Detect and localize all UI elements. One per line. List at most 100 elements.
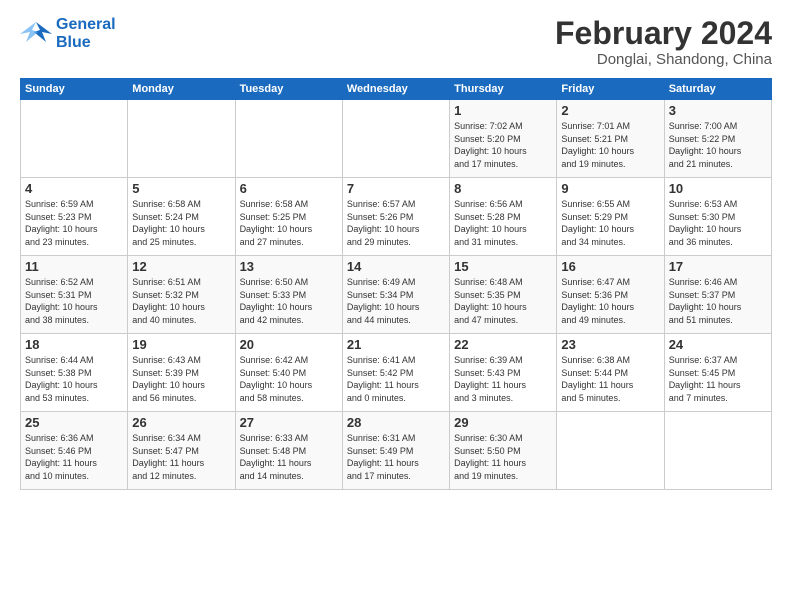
day-number: 17	[669, 259, 767, 274]
day-number: 18	[25, 337, 123, 352]
cell-3-1: 11Sunrise: 6:52 AM Sunset: 5:31 PM Dayli…	[21, 256, 128, 334]
day-info: Sunrise: 6:33 AM Sunset: 5:48 PM Dayligh…	[240, 432, 338, 482]
day-number: 9	[561, 181, 659, 196]
title-block: February 2024 Donglai, Shandong, China	[555, 16, 772, 68]
col-friday: Friday	[557, 79, 664, 100]
day-number: 29	[454, 415, 552, 430]
cell-1-5: 1 Sunrise: 7:02 AM Sunset: 5:20 PM Daylig…	[450, 100, 557, 178]
col-wednesday: Wednesday	[342, 79, 449, 100]
week-row-4: 18 Sunrise: 6:44 AM Sunset: 5:38 PM Dayli…	[21, 334, 772, 412]
page-subtitle: Donglai, Shandong, China	[555, 51, 772, 68]
cell-3-3: 13Sunrise: 6:50 AM Sunset: 5:33 PM Dayli…	[235, 256, 342, 334]
col-monday: Monday	[128, 79, 235, 100]
day-info: Sunrise: 6:39 AM Sunset: 5:43 PM Dayligh…	[454, 354, 552, 404]
day-number: 23	[561, 337, 659, 352]
week-row-3: 11Sunrise: 6:52 AM Sunset: 5:31 PM Dayli…	[21, 256, 772, 334]
day-number: 28	[347, 415, 445, 430]
day-info: Sunrise: 6:51 AM Sunset: 5:32 PM Dayligh…	[132, 276, 230, 326]
cell-4-4: 21 Sunrise: 6:41 AM Sunset: 5:42 PM Dayli…	[342, 334, 449, 412]
cell-4-7: 24 Sunrise: 6:37 AM Sunset: 5:45 PM Dayli…	[664, 334, 771, 412]
cell-5-3: 27 Sunrise: 6:33 AM Sunset: 5:48 PM Dayli…	[235, 412, 342, 490]
cell-4-3: 20Sunrise: 6:42 AM Sunset: 5:40 PM Dayli…	[235, 334, 342, 412]
day-info: Sunrise: 6:47 AM Sunset: 5:36 PM Dayligh…	[561, 276, 659, 326]
cell-3-5: 15 Sunrise: 6:48 AM Sunset: 5:35 PM Dayli…	[450, 256, 557, 334]
cell-1-2	[128, 100, 235, 178]
day-info: Sunrise: 6:34 AM Sunset: 5:47 PM Dayligh…	[132, 432, 230, 482]
cell-2-5: 8 Sunrise: 6:56 AM Sunset: 5:28 PM Daylig…	[450, 178, 557, 256]
header-row: Sunday Monday Tuesday Wednesday Thursday…	[21, 79, 772, 100]
cell-2-6: 9Sunrise: 6:55 AM Sunset: 5:29 PM Daylig…	[557, 178, 664, 256]
day-number: 14	[347, 259, 445, 274]
cell-2-3: 6 Sunrise: 6:58 AM Sunset: 5:25 PM Daylig…	[235, 178, 342, 256]
day-number: 7	[347, 181, 445, 196]
day-number: 22	[454, 337, 552, 352]
day-number: 1	[454, 103, 552, 118]
day-info: Sunrise: 6:41 AM Sunset: 5:42 PM Dayligh…	[347, 354, 445, 404]
day-number: 3	[669, 103, 767, 118]
day-info: Sunrise: 6:49 AM Sunset: 5:34 PM Dayligh…	[347, 276, 445, 326]
logo-text: General Blue	[56, 16, 116, 51]
day-info: Sunrise: 6:46 AM Sunset: 5:37 PM Dayligh…	[669, 276, 767, 326]
cell-1-3	[235, 100, 342, 178]
day-number: 6	[240, 181, 338, 196]
cell-5-4: 28 Sunrise: 6:31 AM Sunset: 5:49 PM Dayli…	[342, 412, 449, 490]
day-number: 2	[561, 103, 659, 118]
cell-4-6: 23 Sunrise: 6:38 AM Sunset: 5:44 PM Dayli…	[557, 334, 664, 412]
day-info: Sunrise: 6:57 AM Sunset: 5:26 PM Dayligh…	[347, 198, 445, 248]
day-info: Sunrise: 6:36 AM Sunset: 5:46 PM Dayligh…	[25, 432, 123, 482]
cell-5-7	[664, 412, 771, 490]
cell-4-5: 22 Sunrise: 6:39 AM Sunset: 5:43 PM Dayli…	[450, 334, 557, 412]
day-number: 16	[561, 259, 659, 274]
logo: General Blue	[20, 16, 116, 51]
cell-3-2: 12 Sunrise: 6:51 AM Sunset: 5:32 PM Dayli…	[128, 256, 235, 334]
day-info: Sunrise: 6:50 AM Sunset: 5:33 PM Dayligh…	[240, 276, 338, 326]
cell-3-4: 14 Sunrise: 6:49 AM Sunset: 5:34 PM Dayli…	[342, 256, 449, 334]
day-info: Sunrise: 6:37 AM Sunset: 5:45 PM Dayligh…	[669, 354, 767, 404]
day-number: 15	[454, 259, 552, 274]
day-info: Sunrise: 6:38 AM Sunset: 5:44 PM Dayligh…	[561, 354, 659, 404]
cell-5-5: 29Sunrise: 6:30 AM Sunset: 5:50 PM Dayli…	[450, 412, 557, 490]
day-info: Sunrise: 7:01 AM Sunset: 5:21 PM Dayligh…	[561, 120, 659, 170]
day-number: 11	[25, 259, 123, 274]
cell-2-1: 4 Sunrise: 6:59 AM Sunset: 5:23 PM Daylig…	[21, 178, 128, 256]
day-number: 4	[25, 181, 123, 196]
day-info: Sunrise: 6:59 AM Sunset: 5:23 PM Dayligh…	[25, 198, 123, 248]
day-info: Sunrise: 7:00 AM Sunset: 5:22 PM Dayligh…	[669, 120, 767, 170]
cell-1-1	[21, 100, 128, 178]
day-info: Sunrise: 6:42 AM Sunset: 5:40 PM Dayligh…	[240, 354, 338, 404]
cell-2-2: 5Sunrise: 6:58 AM Sunset: 5:24 PM Daylig…	[128, 178, 235, 256]
week-row-1: 1 Sunrise: 7:02 AM Sunset: 5:20 PM Daylig…	[21, 100, 772, 178]
logo-icon	[20, 20, 52, 48]
day-info: Sunrise: 6:31 AM Sunset: 5:49 PM Dayligh…	[347, 432, 445, 482]
day-number: 24	[669, 337, 767, 352]
day-info: Sunrise: 6:43 AM Sunset: 5:39 PM Dayligh…	[132, 354, 230, 404]
day-info: Sunrise: 6:58 AM Sunset: 5:25 PM Dayligh…	[240, 198, 338, 248]
week-row-5: 25 Sunrise: 6:36 AM Sunset: 5:46 PM Dayli…	[21, 412, 772, 490]
col-thursday: Thursday	[450, 79, 557, 100]
day-info: Sunrise: 6:44 AM Sunset: 5:38 PM Dayligh…	[25, 354, 123, 404]
cell-1-6: 2 Sunrise: 7:01 AM Sunset: 5:21 PM Daylig…	[557, 100, 664, 178]
day-number: 25	[25, 415, 123, 430]
day-info: Sunrise: 6:48 AM Sunset: 5:35 PM Dayligh…	[454, 276, 552, 326]
day-number: 26	[132, 415, 230, 430]
cell-3-6: 16 Sunrise: 6:47 AM Sunset: 5:36 PM Dayli…	[557, 256, 664, 334]
cell-5-6	[557, 412, 664, 490]
cell-3-7: 17 Sunrise: 6:46 AM Sunset: 5:37 PM Dayli…	[664, 256, 771, 334]
day-info: Sunrise: 6:56 AM Sunset: 5:28 PM Dayligh…	[454, 198, 552, 248]
cell-5-2: 26 Sunrise: 6:34 AM Sunset: 5:47 PM Dayli…	[128, 412, 235, 490]
day-number: 12	[132, 259, 230, 274]
day-number: 19	[132, 337, 230, 352]
day-number: 5	[132, 181, 230, 196]
day-number: 27	[240, 415, 338, 430]
day-number: 21	[347, 337, 445, 352]
cell-1-4	[342, 100, 449, 178]
page-title: February 2024	[555, 16, 772, 51]
day-info: Sunrise: 7:02 AM Sunset: 5:20 PM Dayligh…	[454, 120, 552, 170]
page: General Blue February 2024 Donglai, Shan…	[0, 0, 792, 612]
day-number: 8	[454, 181, 552, 196]
cell-2-7: 10Sunrise: 6:53 AM Sunset: 5:30 PM Dayli…	[664, 178, 771, 256]
header: General Blue February 2024 Donglai, Shan…	[20, 16, 772, 68]
day-info: Sunrise: 6:53 AM Sunset: 5:30 PM Dayligh…	[669, 198, 767, 248]
col-tuesday: Tuesday	[235, 79, 342, 100]
cell-4-1: 18 Sunrise: 6:44 AM Sunset: 5:38 PM Dayli…	[21, 334, 128, 412]
